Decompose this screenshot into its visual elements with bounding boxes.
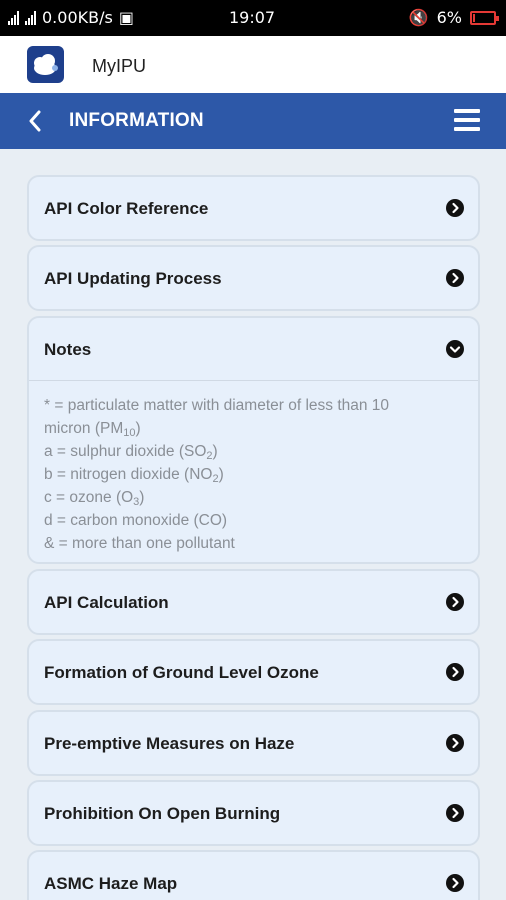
app-logo-icon bbox=[27, 46, 64, 83]
chevron-right-circle-icon bbox=[446, 734, 464, 752]
battery-percent: 6% bbox=[436, 8, 462, 27]
section-header[interactable]: Notes bbox=[29, 318, 478, 380]
section-asmc-haze-map[interactable]: ASMC Haze Map bbox=[27, 850, 480, 900]
section-api-updating-process[interactable]: API Updating Process bbox=[27, 245, 480, 311]
status-bar: 0.00KB/s ▣ 19:07 🔇 6% bbox=[0, 0, 506, 36]
note-line: a = sulphur dioxide (SO2) bbox=[44, 443, 218, 462]
note-line: d = carbon monoxide (CO) bbox=[44, 512, 228, 529]
section-header[interactable]: Formation of Ground Level Ozone bbox=[29, 641, 478, 703]
section-pre-emptive-measures[interactable]: Pre-emptive Measures on Haze bbox=[27, 710, 480, 776]
network-speed: 0.00KB/s bbox=[42, 8, 113, 27]
app-title-bar: MyIPU bbox=[0, 36, 506, 93]
section-title: ASMC Haze Map bbox=[44, 874, 178, 893]
section-notes[interactable]: Notes * = particulate matter with diamet… bbox=[27, 316, 480, 564]
status-left: 0.00KB/s ▣ bbox=[8, 8, 134, 27]
section-title: Formation of Ground Level Ozone bbox=[44, 663, 319, 682]
battery-icon bbox=[470, 10, 499, 25]
page-title: INFORMATION bbox=[69, 110, 204, 131]
section-open-burning[interactable]: Prohibition On Open Burning bbox=[27, 780, 480, 846]
chevron-right-circle-icon bbox=[446, 663, 464, 681]
section-title: API Updating Process bbox=[44, 269, 222, 288]
image-notification-icon: ▣ bbox=[118, 8, 134, 27]
section-header[interactable]: ASMC Haze Map bbox=[29, 852, 478, 900]
note-line: b = nitrogen dioxide (NO2) bbox=[44, 466, 224, 485]
chevron-right-circle-icon bbox=[446, 269, 464, 287]
section-title: API Color Reference bbox=[44, 199, 209, 218]
note-line: micron (PM10) bbox=[44, 420, 141, 439]
chevron-down-circle-icon bbox=[446, 340, 464, 358]
chevron-left-icon bbox=[29, 110, 41, 132]
hamburger-menu-icon bbox=[454, 109, 480, 131]
chevron-right-circle-icon bbox=[446, 804, 464, 822]
section-header[interactable]: Prohibition On Open Burning bbox=[29, 782, 478, 844]
section-header[interactable]: Pre-emptive Measures on Haze bbox=[29, 712, 478, 774]
section-header[interactable]: API Color Reference bbox=[29, 177, 478, 239]
signal-icon bbox=[8, 10, 19, 25]
section-title: Pre-emptive Measures on Haze bbox=[44, 734, 295, 753]
section-title: API Calculation bbox=[44, 593, 169, 612]
section-ground-level-ozone[interactable]: Formation of Ground Level Ozone bbox=[27, 639, 480, 705]
menu-button[interactable] bbox=[454, 109, 480, 131]
chevron-right-circle-icon bbox=[446, 593, 464, 611]
clock: 19:07 bbox=[229, 8, 276, 27]
section-header[interactable]: API Updating Process bbox=[29, 247, 478, 309]
status-right: 🔇 6% bbox=[408, 8, 499, 27]
section-header[interactable]: API Calculation bbox=[29, 571, 478, 633]
mute-icon: 🔇 bbox=[408, 8, 429, 27]
note-line: c = ozone (O3) bbox=[44, 489, 145, 508]
chevron-right-circle-icon bbox=[446, 199, 464, 217]
note-line: & = more than one pollutant bbox=[44, 535, 235, 552]
app-name: MyIPU bbox=[92, 56, 146, 76]
section-api-color-reference[interactable]: API Color Reference bbox=[27, 175, 480, 241]
chevron-right-circle-icon bbox=[446, 874, 464, 892]
signal-icon-2 bbox=[25, 10, 36, 25]
back-button[interactable] bbox=[24, 108, 48, 134]
note-line: * = particulate matter with diameter of … bbox=[44, 397, 390, 414]
section-api-calculation[interactable]: API Calculation bbox=[27, 569, 480, 635]
section-title: Notes bbox=[44, 340, 92, 359]
notes-content: * = particulate matter with diameter of … bbox=[29, 380, 478, 562]
section-title: Prohibition On Open Burning bbox=[44, 804, 281, 823]
page-header: INFORMATION bbox=[0, 93, 506, 149]
